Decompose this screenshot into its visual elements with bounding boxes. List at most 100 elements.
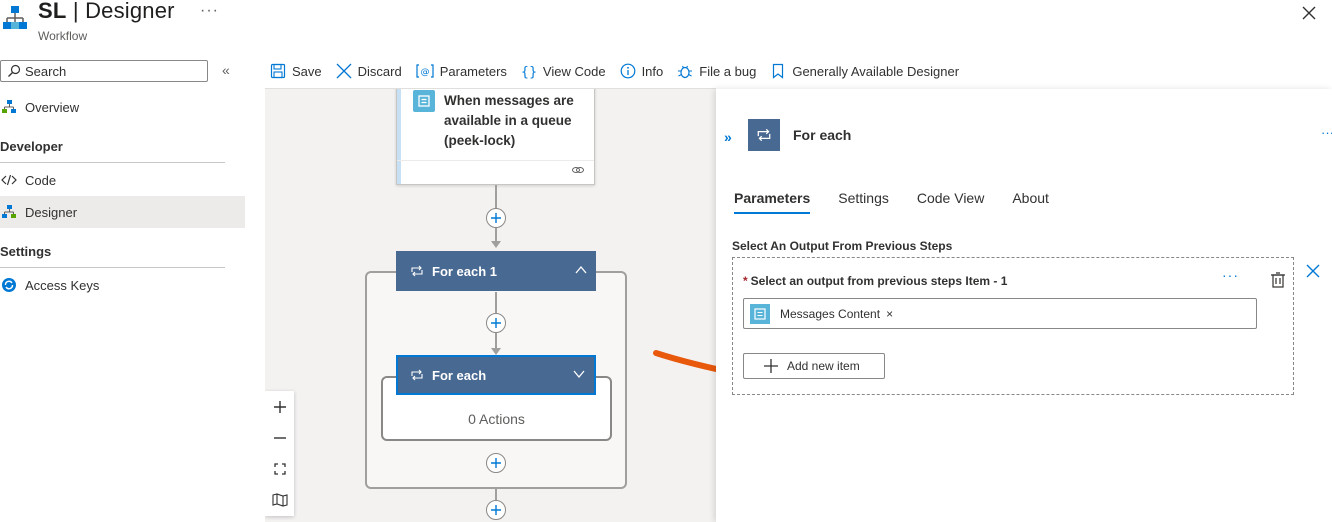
- panel-more-button[interactable]: ···: [1321, 125, 1332, 140]
- designer-toolbar: Save Discard @ Parameters {} View Code I…: [270, 60, 973, 82]
- sidebar-item-designer[interactable]: Designer: [0, 196, 245, 228]
- zoom-controls: [265, 391, 294, 516]
- array-items-box: * Select an output from previous steps It…: [732, 257, 1294, 395]
- plus-icon: [491, 318, 501, 328]
- zoom-out-icon: [273, 436, 286, 439]
- page-subtitle: Workflow: [38, 29, 88, 43]
- view-code-button[interactable]: {} View Code: [521, 63, 606, 80]
- insert-step-button[interactable]: [486, 208, 506, 228]
- panel-tabs: Parameters Settings Code View About: [734, 190, 1077, 214]
- connector-arrow: [491, 348, 501, 355]
- braces-icon: {}: [521, 65, 537, 79]
- trigger-title: When messages are available in a queue (…: [444, 93, 574, 148]
- insert-step-button[interactable]: [486, 500, 506, 520]
- insert-step-button[interactable]: [486, 453, 506, 473]
- insert-step-button[interactable]: [486, 313, 506, 333]
- foreach-label: For each: [432, 367, 487, 383]
- service-bus-icon: [750, 304, 770, 324]
- add-new-item-label: Add new item: [787, 359, 860, 373]
- trigger-card[interactable]: When messages are available in a queue (…: [396, 89, 595, 185]
- output-token-input[interactable]: Messages Content ×: [743, 298, 1257, 329]
- close-item-icon[interactable]: [1306, 264, 1320, 278]
- sidebar-item-label: Code: [25, 172, 57, 188]
- panel-title: For each: [793, 127, 852, 143]
- minimap-button[interactable]: [265, 484, 294, 515]
- token-remove-button[interactable]: ×: [886, 307, 893, 321]
- search-icon: [8, 64, 21, 77]
- sidebar-item-overview[interactable]: Overview: [0, 91, 245, 123]
- collapse-sidebar-button[interactable]: «: [222, 62, 230, 78]
- bookmark-icon: [773, 63, 784, 79]
- parameters-label: Parameters: [439, 63, 507, 79]
- divider: [0, 162, 225, 163]
- sidebar-item-label: Overview: [25, 99, 80, 115]
- page-title: SL | Designer: [38, 0, 175, 23]
- section-developer: Developer: [0, 139, 63, 154]
- discard-icon: [336, 63, 352, 79]
- zero-actions-label: 0 Actions: [468, 411, 525, 427]
- file-bug-label: File a bug: [699, 63, 757, 79]
- save-label: Save: [292, 63, 322, 79]
- search-placeholder: Search: [25, 64, 67, 79]
- messages-content-token[interactable]: Messages Content ×: [750, 304, 893, 324]
- info-icon: [620, 63, 635, 79]
- tab-settings[interactable]: Settings: [838, 190, 889, 214]
- workflow-logo-icon: [2, 5, 28, 31]
- service-bus-icon: [413, 90, 435, 112]
- item-more-button[interactable]: ···: [1222, 267, 1239, 283]
- fit-view-button[interactable]: [265, 453, 294, 484]
- chevron-down-icon[interactable]: [572, 367, 586, 381]
- sidebar-item-access-keys[interactable]: Access Keys: [0, 269, 245, 301]
- code-icon: [1, 174, 17, 186]
- search-input[interactable]: Search: [0, 60, 208, 82]
- foreach-card[interactable]: For each: [396, 355, 596, 395]
- sidebar-item-label: Designer: [25, 204, 78, 220]
- svg-text:{}: {}: [521, 65, 537, 79]
- plus-icon: [491, 458, 501, 468]
- sidebar-item-label: Access Keys: [25, 277, 100, 293]
- fit-view-icon: [273, 462, 286, 475]
- keys-icon: [2, 278, 16, 292]
- foreach-1-label: For each 1: [432, 263, 498, 279]
- map-icon: [271, 492, 288, 507]
- zoom-out-button[interactable]: [265, 422, 294, 453]
- chevron-up-icon[interactable]: [574, 263, 588, 277]
- panel-loop-icon: [748, 119, 780, 151]
- file-bug-button[interactable]: File a bug: [677, 63, 756, 79]
- close-icon[interactable]: [1300, 4, 1318, 22]
- save-icon: [270, 63, 286, 79]
- item-label: * Select an output from previous steps It…: [743, 274, 1008, 288]
- bug-icon: [678, 65, 693, 79]
- plus-icon: [491, 505, 501, 515]
- discard-button[interactable]: Discard: [336, 63, 402, 79]
- expand-panel-button[interactable]: »: [724, 129, 732, 145]
- tab-parameters[interactable]: Parameters: [734, 190, 811, 214]
- details-panel: » For each ··· Parameters Settings Code …: [716, 89, 1332, 522]
- loop-icon: [411, 265, 423, 277]
- designer-canvas[interactable]: When messages are available in a queue (…: [265, 89, 716, 522]
- designer-icon: [2, 205, 16, 218]
- info-label: Info: [641, 63, 664, 79]
- divider: [0, 267, 225, 268]
- token-label: Messages Content: [780, 307, 881, 321]
- link-icon: [572, 167, 584, 173]
- sidebar-item-code[interactable]: Code: [0, 164, 245, 196]
- ga-designer-label: Generally Available Designer: [792, 63, 960, 79]
- connector-line: [495, 489, 497, 500]
- header-more-button[interactable]: ···: [200, 2, 219, 20]
- ga-designer-button[interactable]: Generally Available Designer: [770, 63, 959, 79]
- zoom-in-button[interactable]: [265, 391, 294, 422]
- tab-about[interactable]: About: [1012, 190, 1049, 214]
- info-button[interactable]: Info: [620, 63, 664, 79]
- zoom-in-icon: [273, 400, 286, 413]
- loop-icon: [411, 369, 423, 381]
- delete-item-icon[interactable]: [1269, 271, 1287, 289]
- parameters-button[interactable]: @ Parameters: [416, 63, 507, 79]
- section-settings: Settings: [0, 244, 52, 259]
- plus-icon: [764, 359, 778, 373]
- connector-arrow: [491, 241, 501, 248]
- tab-code-view[interactable]: Code View: [917, 190, 984, 214]
- save-button[interactable]: Save: [270, 63, 322, 79]
- add-new-item-button[interactable]: Add new item: [743, 353, 885, 379]
- foreach-1-card[interactable]: For each 1: [396, 251, 596, 291]
